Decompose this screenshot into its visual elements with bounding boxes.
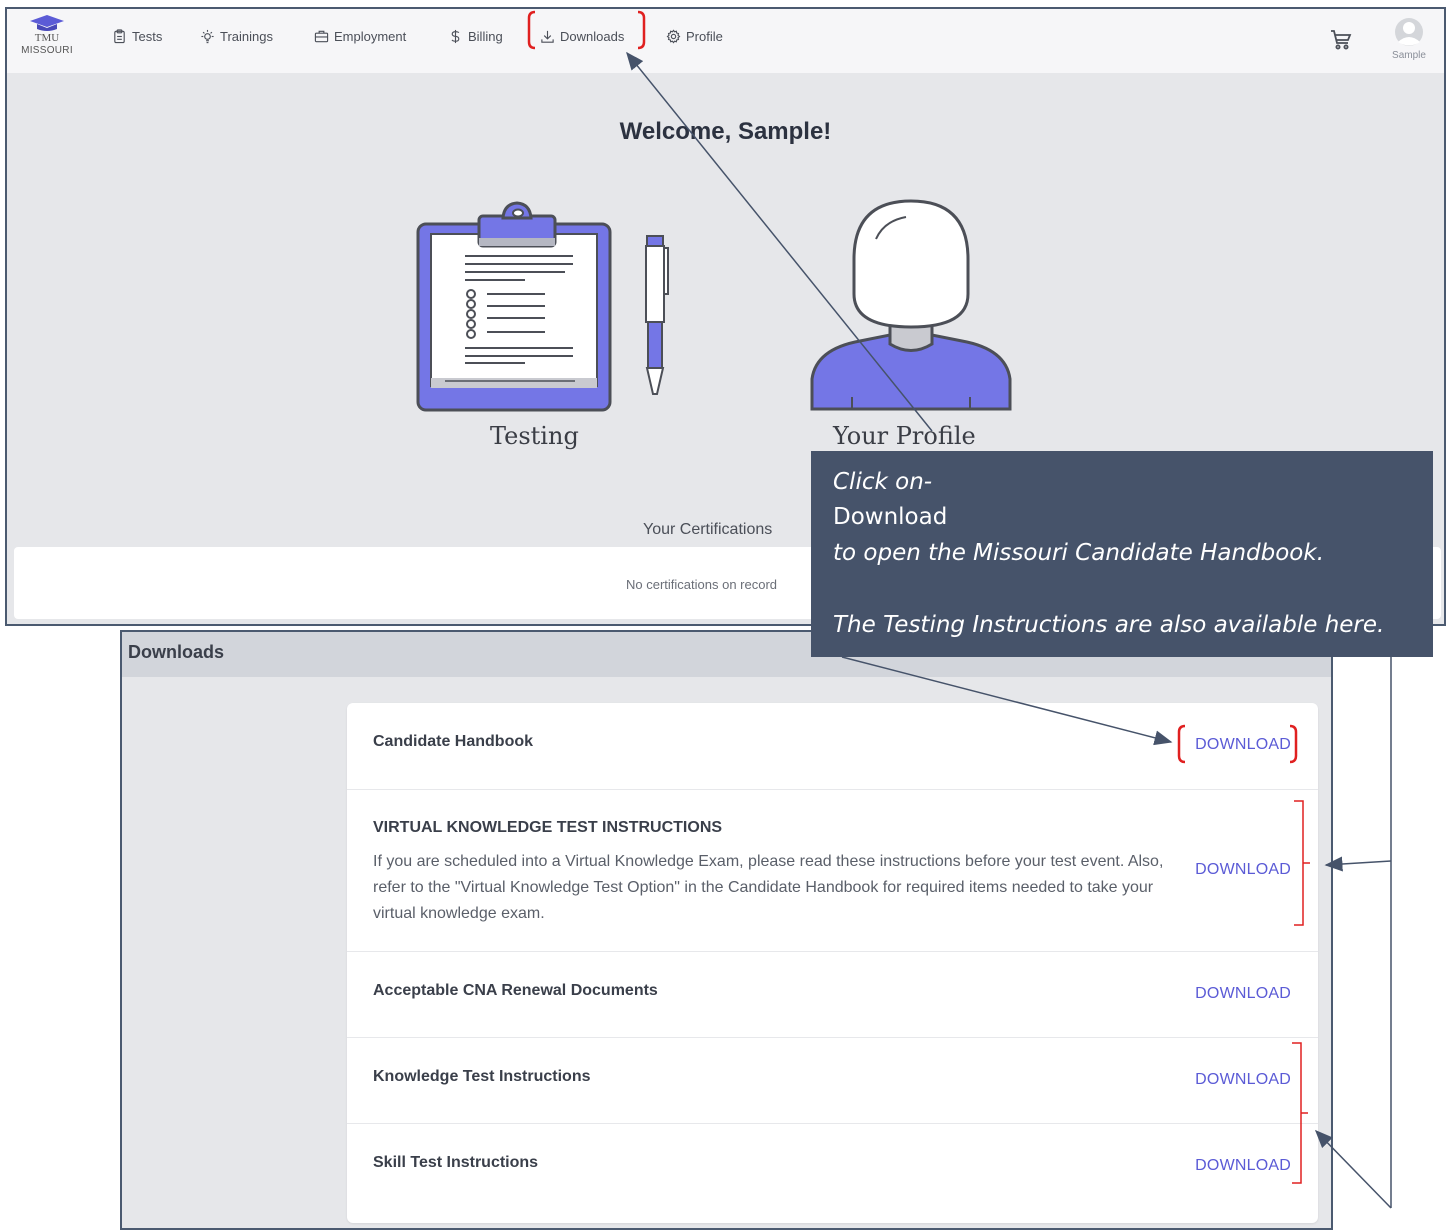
download-row-title: VIRTUAL KNOWLEDGE TEST INSTRUCTIONS <box>373 819 723 836</box>
briefcase-icon <box>314 30 329 43</box>
nav-item-tests[interactable]: Tests <box>112 29 162 44</box>
nav-item-tests-label: Tests <box>132 29 163 44</box>
download-row-cna-renewal: Acceptable CNA Renewal Documents DOWNLOA… <box>347 951 1318 1038</box>
dollar-icon <box>451 29 460 44</box>
certifications-empty-text: No certifications on record <box>626 577 778 592</box>
gear-icon <box>666 29 681 44</box>
user-name: Sample <box>1392 50 1426 61</box>
logo[interactable]: TMU MISSOURI <box>12 14 82 58</box>
download-row-title: Acceptable CNA Renewal Documents <box>373 982 658 999</box>
callout-line-4: The Testing Instructions are also availa… <box>833 612 1385 638</box>
nav-item-profile-label: Profile <box>686 29 723 44</box>
callout-line-2: Download <box>833 504 948 530</box>
callout-line-1: Click on- <box>833 469 933 495</box>
downloads-title: Downloads <box>128 642 225 662</box>
download-link-knowledge-test[interactable]: DOWNLOAD <box>1195 1071 1291 1089</box>
avatar <box>1395 18 1423 46</box>
testing-clipboard-illustration[interactable] <box>415 198 675 413</box>
download-row-virtual-knowledge-test: VIRTUAL KNOWLEDGE TEST INSTRUCTIONS If y… <box>347 789 1318 952</box>
nav-item-profile[interactable]: Profile <box>666 29 723 44</box>
download-row-title: Candidate Handbook <box>373 733 534 750</box>
download-link-virtual-knowledge-test[interactable]: DOWNLOAD <box>1195 861 1291 879</box>
profile-label[interactable]: Your Profile <box>833 422 976 450</box>
download-link-cna-renewal[interactable]: DOWNLOAD <box>1195 985 1291 1003</box>
profile-illustration[interactable] <box>810 199 1012 411</box>
nav-item-trainings-label: Trainings <box>220 29 273 44</box>
download-row-title: Skill Test Instructions <box>373 1154 539 1171</box>
nav-item-downloads[interactable]: Downloads <box>540 29 624 44</box>
testing-label[interactable]: Testing <box>490 422 579 450</box>
download-link-skill-test[interactable]: DOWNLOAD <box>1195 1157 1291 1175</box>
downloads-screenshot: Downloads Candidate Handbook DOWNLOAD VI… <box>120 630 1333 1230</box>
download-row-knowledge-test: Knowledge Test Instructions DOWNLOAD <box>347 1037 1318 1124</box>
nav-item-employment[interactable]: Employment <box>314 29 406 44</box>
nav-item-billing-label: Billing <box>468 29 503 44</box>
clipboard-icon <box>114 29 125 44</box>
logo-text-state: MISSOURI <box>21 45 73 56</box>
callout-line-3: to open the Missouri Candidate Handbook. <box>833 540 1325 566</box>
download-link-candidate-handbook[interactable]: DOWNLOAD <box>1195 736 1291 754</box>
download-row-description: If you are scheduled into a Virtual Know… <box>373 853 1164 922</box>
top-navbar: TMU MISSOURI Tests Trainings Employment … <box>7 9 1444 73</box>
lightbulb-icon <box>201 29 214 44</box>
welcome-heading: Welcome, Sample! <box>619 118 832 145</box>
download-icon <box>541 30 554 43</box>
arrow-to-virtual-instructions <box>1324 856 1392 872</box>
nav-item-billing[interactable]: Billing <box>448 29 503 44</box>
nav-item-trainings[interactable]: Trainings <box>200 29 273 44</box>
instruction-callout: Click on- Download to open the Missouri … <box>811 451 1433 657</box>
user-menu[interactable]: Sample <box>1389 17 1429 61</box>
download-row-candidate-handbook: Candidate Handbook DOWNLOAD <box>347 703 1318 790</box>
downloads-list: Candidate Handbook DOWNLOAD VIRTUAL KNOW… <box>347 703 1318 1223</box>
nav-item-employment-label: Employment <box>334 29 407 44</box>
certifications-title: Your Certifications <box>643 521 773 538</box>
download-row-title: Knowledge Test Instructions <box>373 1068 591 1085</box>
nav-item-downloads-label: Downloads <box>560 29 625 44</box>
cart-icon[interactable] <box>1329 27 1353 51</box>
logo-text-tmu: TMU <box>34 32 60 44</box>
download-row-skill-test: Skill Test Instructions DOWNLOAD <box>347 1123 1318 1209</box>
graduation-cap-icon <box>30 15 64 31</box>
